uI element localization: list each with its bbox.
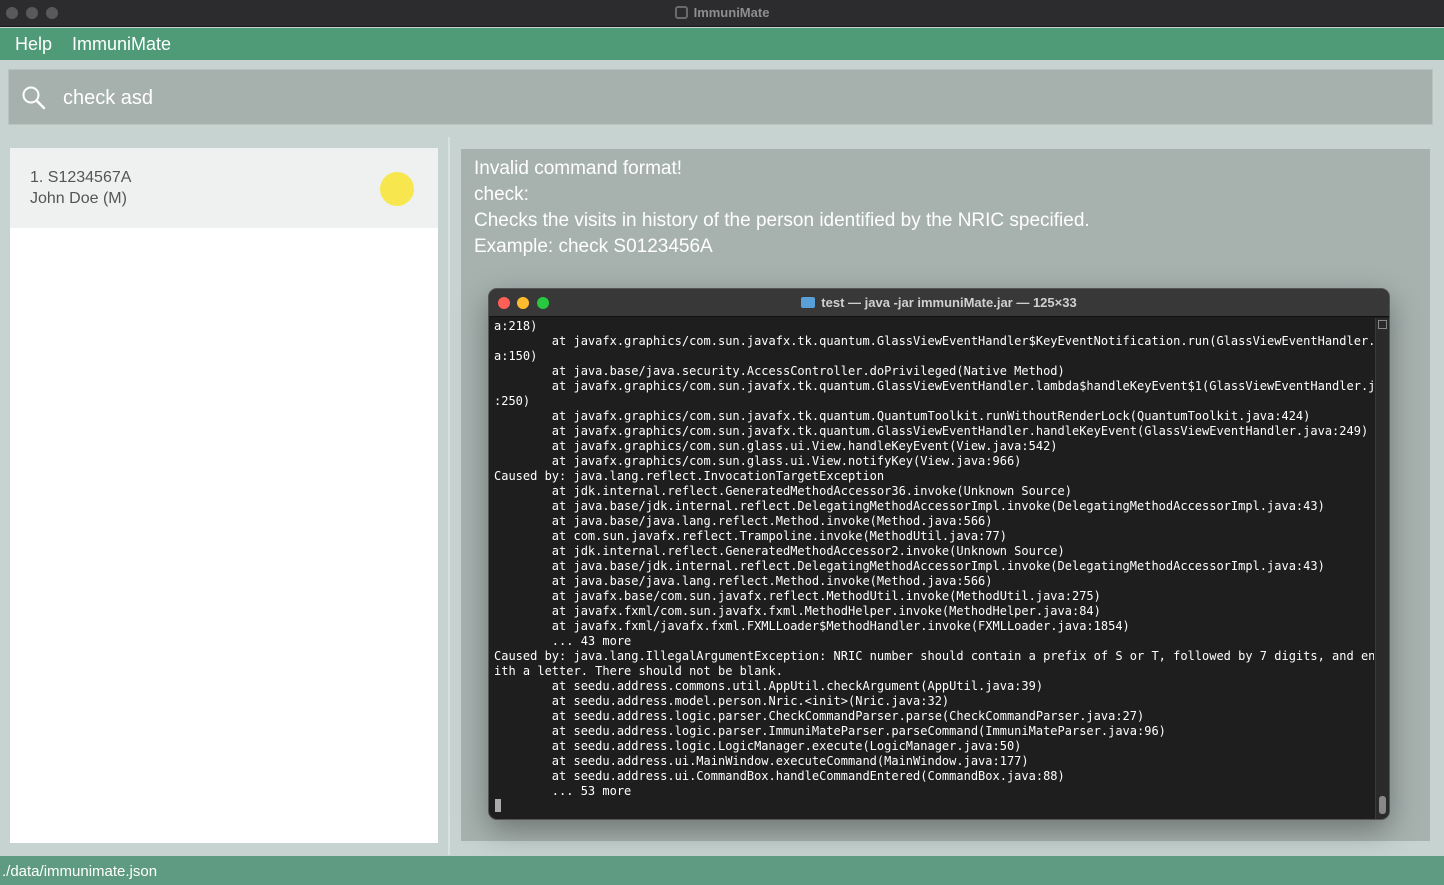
terminal-title-bar[interactable]: test — java -jar immuniMate.jar — 125×33 <box>489 289 1389 317</box>
person-status-indicator <box>380 172 414 206</box>
folder-icon <box>801 297 816 308</box>
status-bar: ./data/immunimate.json <box>0 856 1444 885</box>
result-line-description: Checks the visits in history of the pers… <box>474 210 1090 231</box>
person-list-panel[interactable]: 1. S1234567A John Doe (M) <box>10 148 438 843</box>
search-icon <box>22 86 46 110</box>
terminal-scrollbar[interactable] <box>1375 318 1389 819</box>
terminal-output[interactable]: a:218) at javafx.graphics/com.sun.javafx… <box>494 319 1374 815</box>
person-card[interactable]: 1. S1234567A John Doe (M) <box>10 148 438 228</box>
terminal-window[interactable]: test — java -jar immuniMate.jar — 125×33… <box>488 288 1390 820</box>
terminal-cursor <box>495 799 501 812</box>
person-name-sex: John Doe (M) <box>30 190 127 207</box>
terminal-title-text: test — java -jar immuniMate.jar — 125×33 <box>821 295 1077 310</box>
split-view-icon[interactable] <box>1378 320 1387 329</box>
window-title-text: ImmuniMate <box>693 5 770 20</box>
window-title-bar: ImmuniMate <box>0 0 1444 27</box>
result-line-example: Example: check S0123456A <box>474 236 713 257</box>
split-pane-divider[interactable] <box>448 137 450 855</box>
app-icon <box>674 6 688 19</box>
command-input[interactable]: check asd <box>63 87 153 110</box>
person-index-nric: 1. S1234567A <box>30 169 132 186</box>
data-file-path: ./data/immunimate.json <box>2 863 158 880</box>
menu-bar: Help ImmuniMate <box>0 28 1444 60</box>
menu-immunimate[interactable]: ImmuniMate <box>72 34 171 55</box>
command-box[interactable]: check asd <box>8 69 1433 125</box>
terminal-title: test — java -jar immuniMate.jar — 125×33 <box>489 295 1389 310</box>
result-line-command: check: <box>474 184 529 205</box>
terminal-scroll-thumb[interactable] <box>1379 796 1386 814</box>
window-title: ImmuniMate <box>0 5 1444 20</box>
menu-help[interactable]: Help <box>15 34 52 55</box>
result-line-error: Invalid command format! <box>474 158 683 179</box>
